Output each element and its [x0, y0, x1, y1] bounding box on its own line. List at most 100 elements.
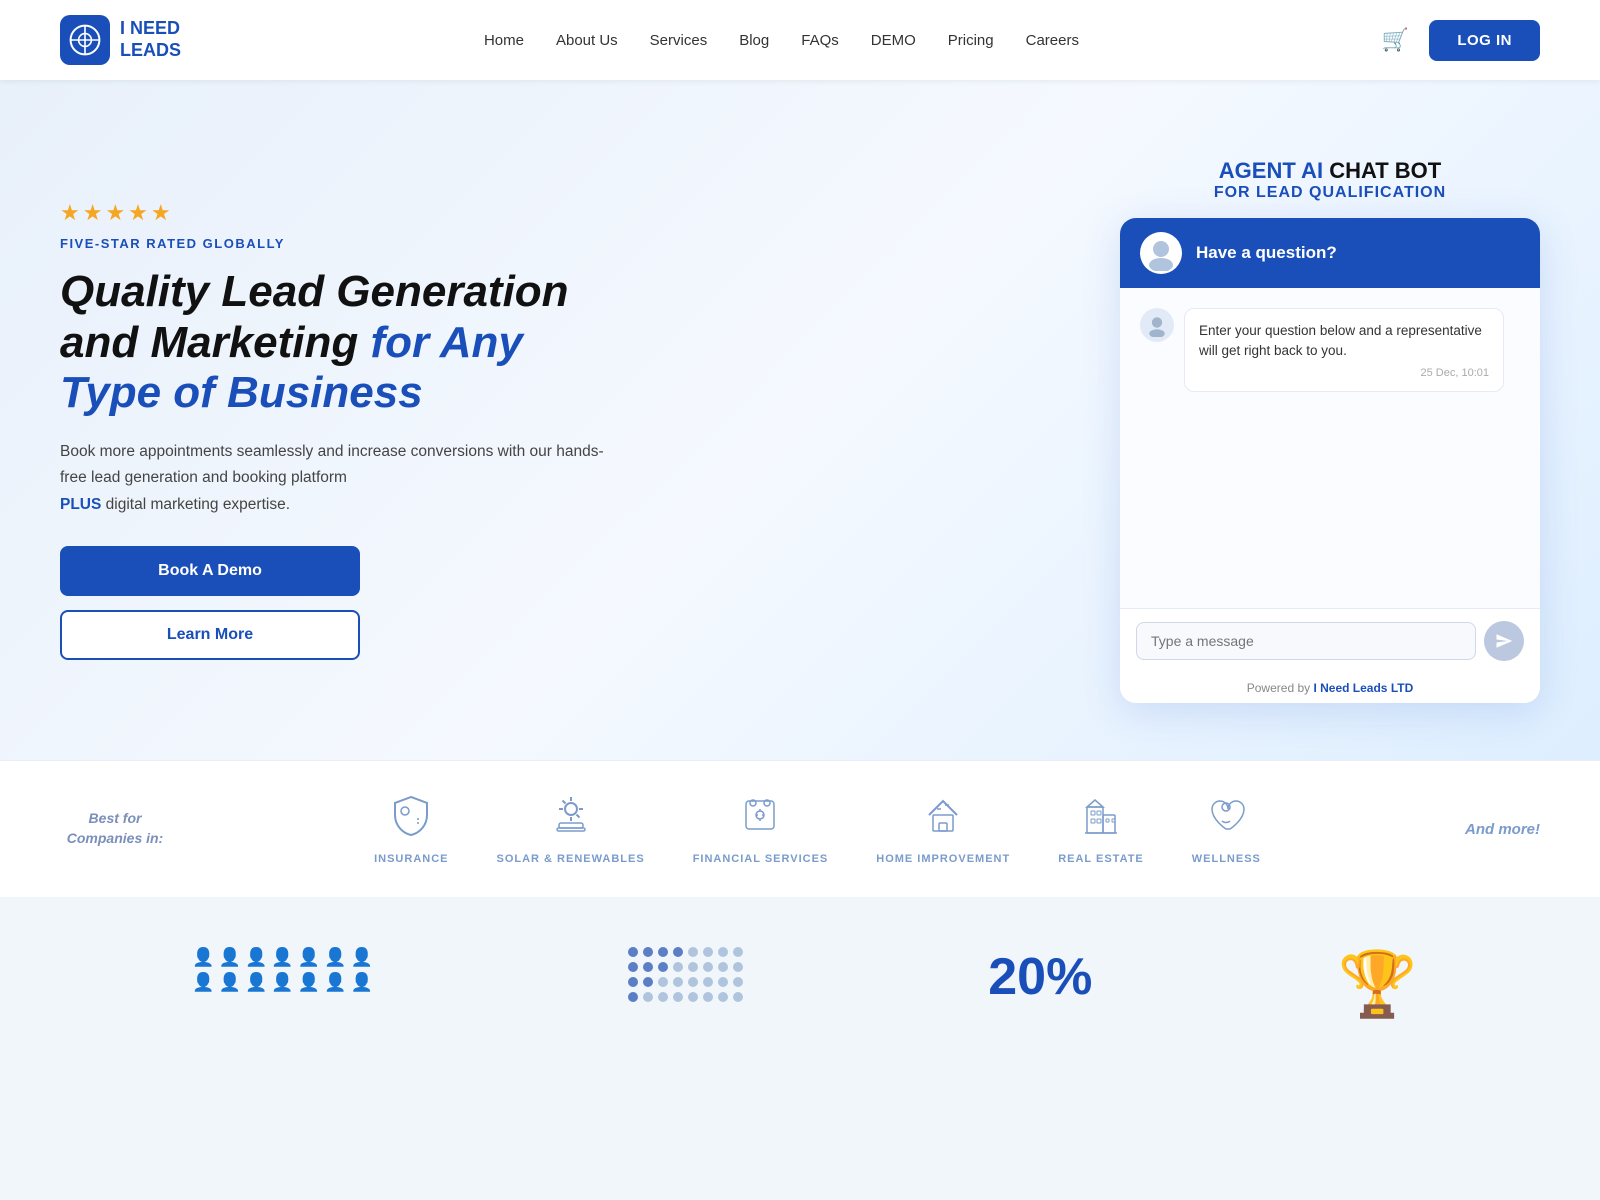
chatbot-avatar: [1140, 232, 1182, 274]
dot: [628, 977, 638, 987]
dot: [628, 947, 638, 957]
person-icon-2: 👤: [219, 947, 241, 968]
dot: [628, 992, 638, 1002]
chatbot-header: Have a question?: [1120, 218, 1540, 288]
logo-text: I NEED LEADS: [120, 18, 181, 61]
person-icon-8: 👤: [192, 972, 214, 993]
dot: [703, 992, 713, 1002]
industry-home[interactable]: HOME IMPROVEMENT: [876, 793, 1010, 865]
stat-percent-number: 20: [988, 947, 1046, 1007]
industry-solar[interactable]: SOLAR & RENEWABLES: [497, 793, 645, 865]
home-label: HOME IMPROVEMENT: [876, 853, 1010, 865]
chatbot-window: Have a question? Enter your question bel…: [1120, 218, 1540, 703]
solar-label: SOLAR & RENEWABLES: [497, 853, 645, 865]
best-for-label: Best for Companies in:: [60, 809, 170, 848]
finance-icon: [738, 793, 782, 845]
hero-section: ★★★★★ FIVE-STAR RATED GLOBALLY Quality L…: [0, 80, 1600, 760]
and-more-label: And more!: [1465, 821, 1540, 838]
person-icon-6: 👤: [324, 947, 346, 968]
heart-icon: [1204, 793, 1248, 845]
hero-desc2: digital marketing expertise.: [101, 496, 290, 513]
insurance-label: INSURANCE: [374, 853, 448, 865]
nav-services[interactable]: Services: [650, 32, 708, 49]
person-icon-13: 👤: [324, 972, 346, 993]
financial-label: FINANCIAL SERVICES: [693, 853, 829, 865]
chat-message: Enter your question below and a represen…: [1140, 308, 1520, 393]
industry-insurance[interactable]: INSURANCE: [374, 793, 448, 865]
nav-careers[interactable]: Careers: [1026, 32, 1079, 49]
dot: [643, 962, 653, 972]
chatbot-label-agent: AGENT AI: [1219, 158, 1329, 183]
send-icon: [1495, 632, 1513, 650]
hero-desc-main: Book more appointments seamlessly and in…: [60, 443, 604, 486]
realestate-label: REAL ESTATE: [1058, 853, 1144, 865]
dot: [733, 992, 743, 1002]
dot: [703, 977, 713, 987]
person-icon-7: 👤: [351, 947, 373, 968]
nav-pricing[interactable]: Pricing: [948, 32, 994, 49]
industry-realestate[interactable]: REAL ESTATE: [1058, 793, 1144, 865]
hero-title-line1: Quality Lead Generation: [60, 267, 569, 316]
logo[interactable]: I NEED LEADS: [60, 15, 181, 65]
hero-description: Book more appointments seamlessly and in…: [60, 439, 620, 518]
dot: [673, 962, 683, 972]
chatbot-label-sub: FOR LEAD QUALIFICATION: [1214, 184, 1446, 202]
chatbot-body: Enter your question below and a represen…: [1120, 288, 1540, 608]
dot: [718, 947, 728, 957]
learn-more-button[interactable]: Learn More: [60, 610, 360, 660]
nav-blog[interactable]: Blog: [739, 32, 769, 49]
dot: [688, 947, 698, 957]
industries-section: Best for Companies in: INSURANCE: [0, 760, 1600, 897]
stat-percent-display: 20 %: [988, 947, 1092, 1007]
building-icon: [1079, 793, 1123, 845]
dot: [733, 977, 743, 987]
login-button[interactable]: LOG IN: [1429, 20, 1540, 61]
person-icon-11: 👤: [271, 972, 293, 993]
cart-icon[interactable]: 🛒: [1382, 27, 1409, 53]
stat-trophy-item: 🏆: [1338, 947, 1418, 1022]
chatbot-powered: Powered by I Need Leads LTD: [1120, 673, 1540, 703]
chat-input[interactable]: [1136, 622, 1476, 660]
hero-title-line4: Type of Business: [60, 368, 423, 417]
powered-link[interactable]: I Need Leads LTD: [1313, 681, 1413, 695]
dot: [658, 977, 668, 987]
stat-people: 👤 👤 👤 👤 👤 👤 👤 👤 👤 👤 👤 👤 👤 👤: [183, 947, 383, 993]
stat-dots-item: [628, 947, 743, 1002]
chat-msg-avatar: [1140, 308, 1174, 342]
nav-links: Home About Us Services Blog FAQs DEMO Pr…: [484, 32, 1079, 49]
person-icon-1: 👤: [192, 947, 214, 968]
dot: [673, 992, 683, 1002]
dot: [673, 947, 683, 957]
nav-home[interactable]: Home: [484, 32, 524, 49]
nav-about[interactable]: About Us: [556, 32, 618, 49]
hero-left: ★★★★★ FIVE-STAR RATED GLOBALLY Quality L…: [60, 200, 620, 660]
chatbot-footer: [1120, 608, 1540, 673]
stats-section: 👤 👤 👤 👤 👤 👤 👤 👤 👤 👤 👤 👤 👤 👤: [0, 897, 1600, 1072]
dot: [703, 962, 713, 972]
hero-buttons: Book A Demo Learn More: [60, 546, 620, 660]
person-icon-9: 👤: [219, 972, 241, 993]
nav-faqs[interactable]: FAQs: [801, 32, 839, 49]
trophy-icon: 🏆: [1338, 947, 1418, 1022]
person-icon-14: 👤: [351, 972, 373, 993]
chat-bubble-text: Enter your question below and a represen…: [1199, 321, 1489, 363]
dot: [733, 962, 743, 972]
dot: [658, 962, 668, 972]
hero-title: Quality Lead Generation and Marketing fo…: [60, 267, 620, 419]
stars-rating: ★★★★★: [60, 200, 620, 226]
industry-wellness[interactable]: WELLNESS: [1192, 793, 1261, 865]
navbar: I NEED LEADS Home About Us Services Blog…: [0, 0, 1600, 80]
book-demo-button[interactable]: Book A Demo: [60, 546, 360, 596]
industry-list: INSURANCE SOLAR & RENEWABLES: [202, 793, 1433, 865]
hero-plus: PLUS: [60, 496, 101, 513]
nav-demo[interactable]: DEMO: [871, 32, 916, 49]
dot: [658, 947, 668, 957]
chatbot-header-text: Have a question?: [1196, 243, 1337, 263]
person-icon-3: 👤: [245, 947, 267, 968]
dot: [733, 947, 743, 957]
logo-icon: [60, 15, 110, 65]
industry-financial[interactable]: FINANCIAL SERVICES: [693, 793, 829, 865]
person-icon-12: 👤: [298, 972, 320, 993]
chat-send-button[interactable]: [1484, 621, 1524, 661]
shield-icon: [389, 793, 433, 845]
